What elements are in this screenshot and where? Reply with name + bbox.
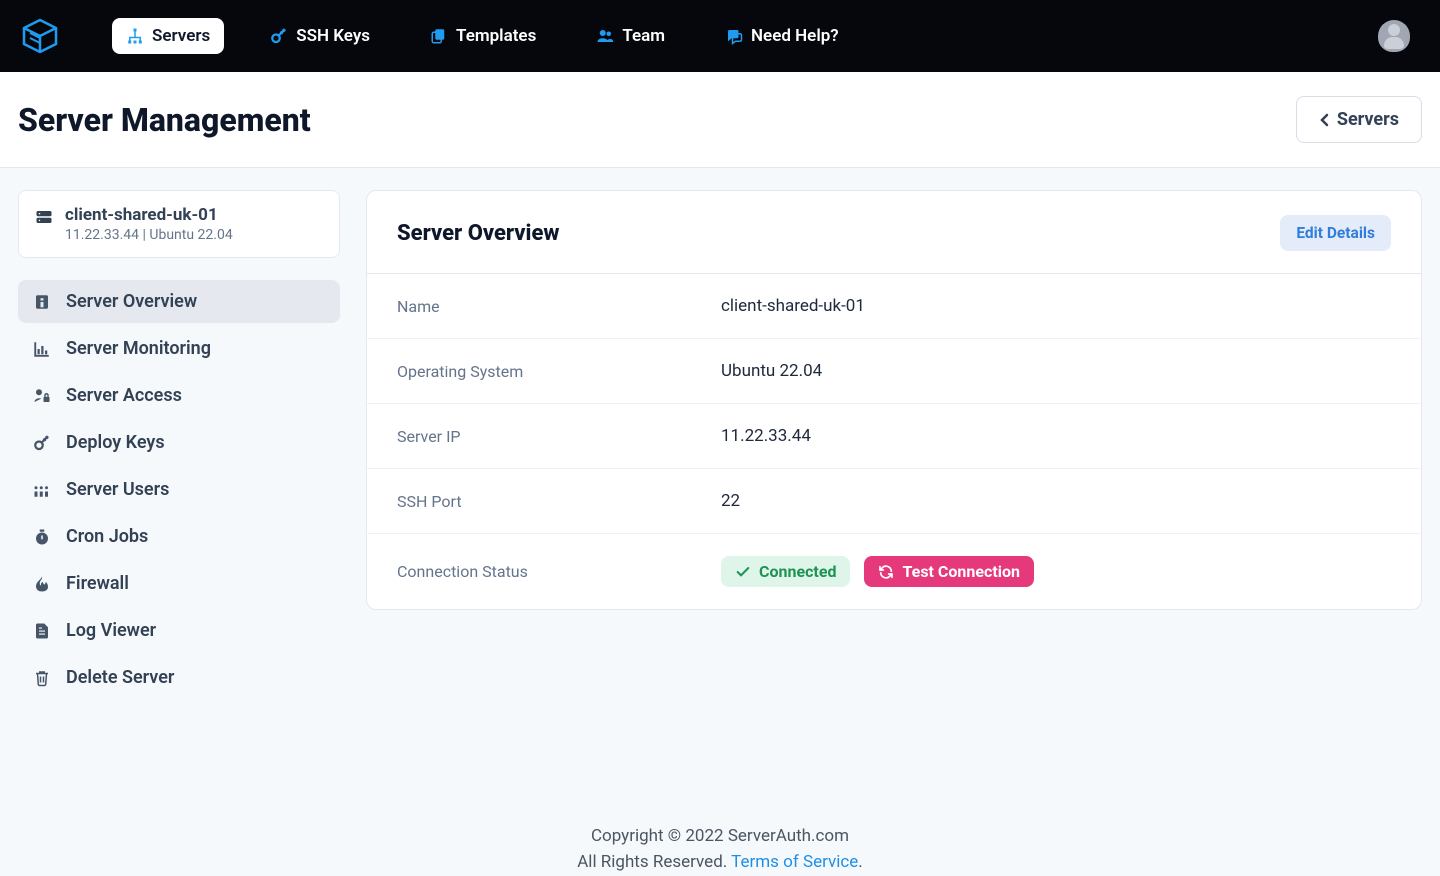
label-name: Name [397,297,721,316]
nav-templates[interactable]: Templates [416,18,550,54]
sidebar-label: Cron Jobs [66,526,148,547]
terms-of-service-link[interactable]: Terms of Service [731,852,858,872]
label-ssh-port: SSH Port [397,492,721,511]
value-ip: 11.22.33.44 [721,426,811,446]
refresh-icon [878,564,894,580]
nav-team[interactable]: Team [582,18,679,54]
row-ssh-port: SSH Port 22 [367,469,1421,534]
label-ip: Server IP [397,427,721,446]
chat-icon [725,27,743,45]
sidebar-item-users[interactable]: Server Users [18,468,340,511]
value-os: Ubuntu 22.04 [721,361,822,381]
label-os: Operating System [397,362,721,381]
users-icon [596,27,614,45]
nav-help[interactable]: Need Help? [711,18,853,54]
content: client-shared-uk-01 11.22.33.44 | Ubuntu… [0,168,1440,725]
fire-icon [32,574,52,594]
key-icon [32,433,52,453]
sidebar-item-logs[interactable]: Log Viewer [18,609,340,652]
sidebar-label: Server Monitoring [66,338,211,359]
logo-icon [18,14,62,58]
nav-servers-label: Servers [152,26,210,46]
back-label: Servers [1337,109,1399,130]
row-ip: Server IP 11.22.33.44 [367,404,1421,469]
sidebar-label: Deploy Keys [66,432,165,453]
label-connection-status: Connection Status [397,562,721,581]
sidebar-item-cron[interactable]: Cron Jobs [18,515,340,558]
value-name: client-shared-uk-01 [721,296,865,316]
footer: Copyright © 2022 ServerAuth.com All Righ… [0,823,1440,876]
file-icon [32,621,52,641]
panel-header: Server Overview Edit Details [367,191,1421,274]
top-nav: Servers SSH Keys Templates Team Need Hel… [112,18,1378,54]
nav-servers[interactable]: Servers [112,18,224,54]
nav-templates-label: Templates [456,26,536,46]
server-overview-panel: Server Overview Edit Details Name client… [366,190,1422,610]
server-meta: 11.22.33.44 | Ubuntu 22.04 [65,227,233,243]
sidebar-item-overview[interactable]: Server Overview [18,280,340,323]
server-icon [35,208,53,226]
chart-icon [32,339,52,359]
sidebar-label: Firewall [66,573,129,594]
user-avatar[interactable] [1378,20,1410,52]
check-icon [735,564,751,580]
info-icon [32,292,52,312]
sidebar-item-access[interactable]: Server Access [18,374,340,417]
chevron-left-icon [1319,113,1329,127]
row-os: Operating System Ubuntu 22.04 [367,339,1421,404]
footer-dot: . [858,852,862,872]
footer-copyright: Copyright © 2022 ServerAuth.com [0,823,1440,849]
sidebar-label: Delete Server [66,667,174,688]
row-connection-status: Connection Status Connected Test Connect… [367,534,1421,609]
sidebar-item-firewall[interactable]: Firewall [18,562,340,605]
value-connection-status: Connected Test Connection [721,556,1034,587]
page-title: Server Management [18,101,311,139]
key-icon [270,27,288,45]
page-header: Server Management Servers [0,72,1440,168]
sidebar-label: Server Overview [66,291,197,312]
sidebar: client-shared-uk-01 11.22.33.44 | Ubuntu… [18,190,340,703]
value-ssh-port: 22 [721,491,740,511]
test-connection-text: Test Connection [902,562,1020,581]
back-to-servers-button[interactable]: Servers [1296,96,1422,143]
sidebar-label: Log Viewer [66,620,156,641]
copy-icon [430,27,448,45]
panel-title: Server Overview [397,221,560,246]
footer-rights-text: All Rights Reserved. [577,852,731,872]
server-card: client-shared-uk-01 11.22.33.44 | Ubuntu… [18,190,340,258]
sidebar-item-monitoring[interactable]: Server Monitoring [18,327,340,370]
row-name: Name client-shared-uk-01 [367,274,1421,339]
sidebar-item-deploy-keys[interactable]: Deploy Keys [18,421,340,464]
nav-team-label: Team [622,26,665,46]
sidebar-item-delete[interactable]: Delete Server [18,656,340,699]
users-chart-icon [32,480,52,500]
connected-badge: Connected [721,556,850,587]
edit-details-button[interactable]: Edit Details [1280,215,1391,251]
topbar: Servers SSH Keys Templates Team Need Hel… [0,0,1440,72]
test-connection-button[interactable]: Test Connection [864,556,1034,587]
trash-icon [32,668,52,688]
sidebar-label: Server Users [66,479,169,500]
user-lock-icon [32,386,52,406]
nav-ssh-keys-label: SSH Keys [296,26,370,46]
server-name: client-shared-uk-01 [65,205,233,225]
footer-rights: All Rights Reserved. Terms of Service. [0,849,1440,875]
connected-text: Connected [759,562,836,581]
nav-ssh-keys[interactable]: SSH Keys [256,18,384,54]
stopwatch-icon [32,527,52,547]
nav-help-label: Need Help? [751,26,839,46]
sidebar-label: Server Access [66,385,182,406]
network-icon [126,27,144,45]
side-nav: Server Overview Server Monitoring Server… [18,280,340,699]
